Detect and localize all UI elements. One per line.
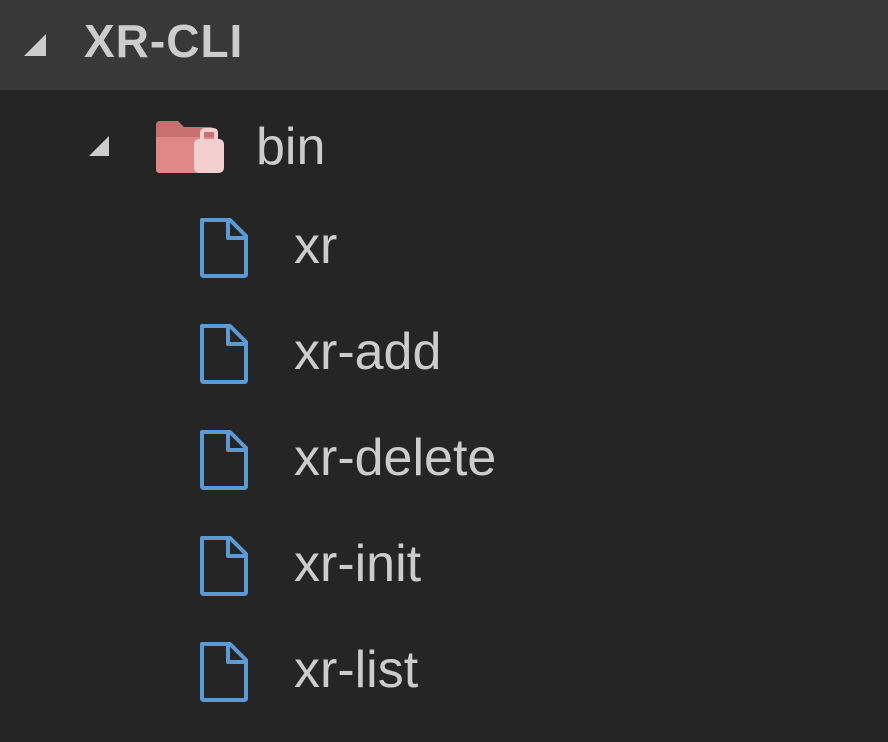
file-label: xr (294, 217, 338, 275)
file-label: xr-list (294, 641, 419, 699)
file-label: xr-add (294, 323, 442, 381)
tree-item-file-xr-init[interactable]: xr-init (0, 518, 888, 622)
tree-item-file-xr-list[interactable]: xr-list (0, 624, 888, 728)
tree-item-folder-bin[interactable]: bin (0, 95, 888, 199)
folder-label: bin (256, 118, 326, 176)
section-title: XR-CLI (84, 15, 244, 67)
tree-item-file-xr[interactable]: xr (0, 200, 888, 304)
file-icon (196, 534, 252, 603)
collapse-triangle-icon[interactable] (20, 30, 50, 65)
collapse-triangle-icon[interactable] (86, 133, 112, 164)
file-icon (196, 322, 252, 391)
file-label: xr-delete (294, 429, 497, 487)
tree-item-file-xr-add[interactable]: xr-add (0, 306, 888, 410)
file-icon (196, 640, 252, 709)
folder-open-icon (154, 117, 228, 180)
file-icon (196, 216, 252, 285)
section-header-xr-cli[interactable]: XR-CLI (0, 0, 888, 90)
file-explorer: XR-CLI bin xr xr-add xr-delete xr-init x… (0, 0, 888, 742)
file-label: xr-init (294, 535, 422, 593)
tree-item-file-xr-delete[interactable]: xr-delete (0, 412, 888, 516)
file-icon (196, 428, 252, 497)
